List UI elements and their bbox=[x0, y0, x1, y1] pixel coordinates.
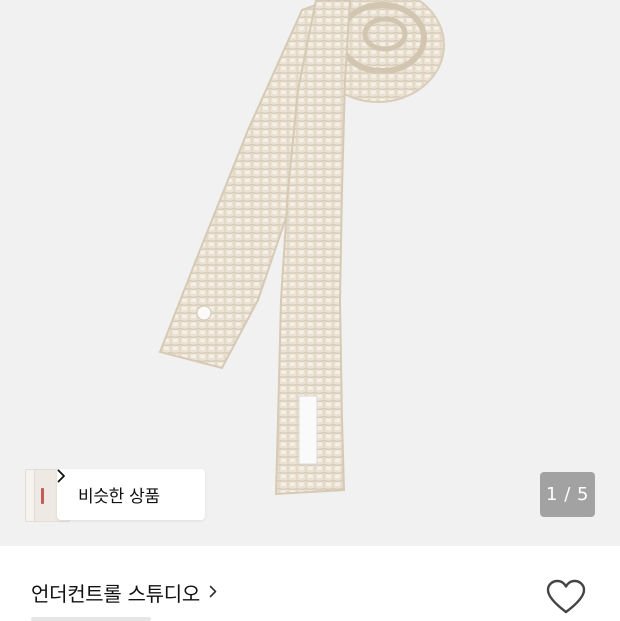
similar-products-button[interactable]: 비슷한 상품 bbox=[57, 469, 205, 520]
knit-tie-illustration bbox=[158, 0, 445, 496]
brand-link[interactable]: 언더컨트롤 스튜디오 bbox=[31, 579, 217, 606]
product-info: 언더컨트롤 스튜디오 bbox=[0, 546, 620, 621]
wishlist-button[interactable] bbox=[546, 579, 586, 615]
heart-icon bbox=[546, 579, 586, 614]
truncated-subtext bbox=[31, 617, 151, 621]
chevron-right-icon bbox=[209, 583, 217, 602]
product-image[interactable]: 비슷한 상품 1 / 5 bbox=[0, 0, 620, 546]
similar-products[interactable]: 비슷한 상품 bbox=[25, 469, 205, 522]
similar-products-label: 비슷한 상품 bbox=[78, 487, 160, 507]
page-counter-text: 1 / 5 bbox=[546, 484, 589, 505]
image-page-counter: 1 / 5 bbox=[540, 472, 595, 517]
brand-name: 언더컨트롤 스튜디오 bbox=[31, 581, 200, 606]
